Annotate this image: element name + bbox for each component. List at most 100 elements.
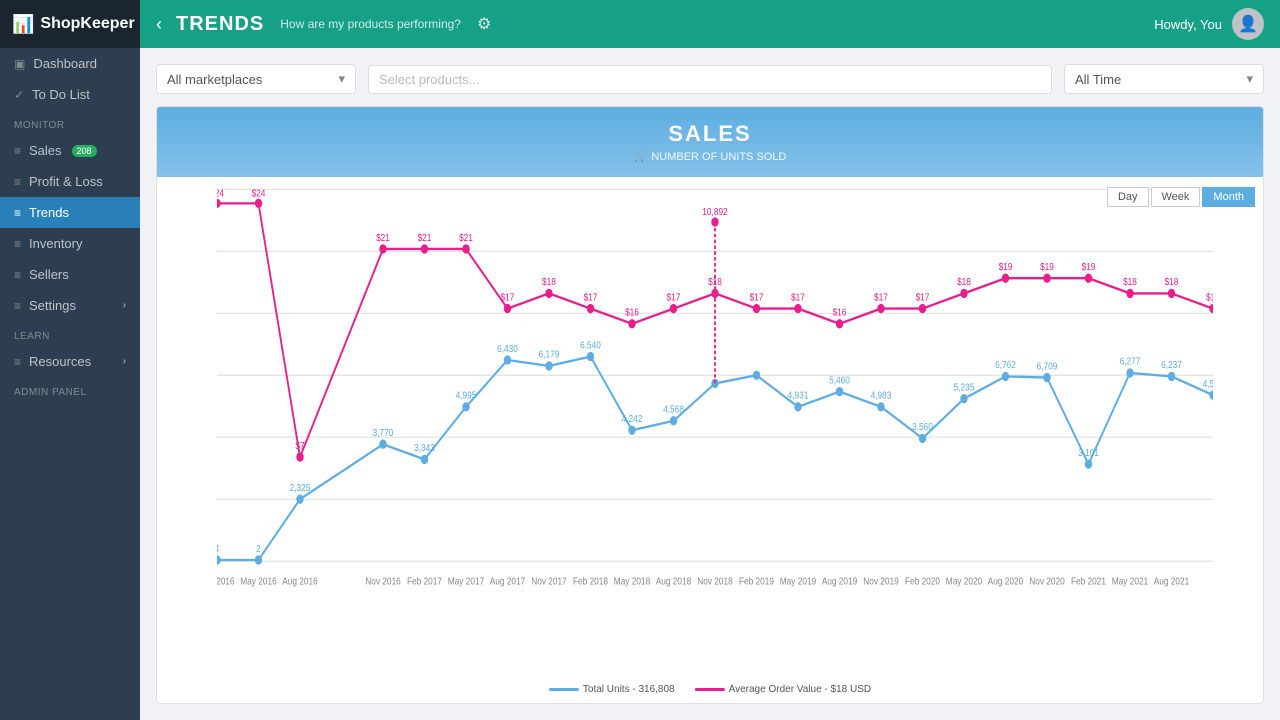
svg-text:$17: $17 bbox=[750, 292, 764, 304]
resources-arrow: › bbox=[123, 356, 126, 367]
sidebar-item-label: Resources bbox=[29, 354, 91, 369]
week-button[interactable]: Week bbox=[1151, 187, 1201, 207]
page-subtitle: How are my products performing? bbox=[280, 17, 461, 31]
sidebar-item-settings[interactable]: ≡ Settings › bbox=[0, 290, 140, 321]
svg-text:3,343: 3,343 bbox=[414, 442, 435, 454]
svg-text:May 2021: May 2021 bbox=[1112, 576, 1148, 588]
sidebar-item-inventory[interactable]: ≡ Inventory bbox=[0, 228, 140, 259]
svg-text:May 2019: May 2019 bbox=[780, 576, 816, 588]
svg-text:Aug 2020: Aug 2020 bbox=[988, 576, 1024, 588]
svg-text:May 2017: May 2017 bbox=[448, 576, 484, 588]
sidebar-item-trends[interactable]: ≡ Trends bbox=[0, 197, 140, 228]
blue-point bbox=[1085, 459, 1092, 468]
sellers-icon: ≡ bbox=[14, 268, 21, 282]
page-title: TRENDS bbox=[176, 13, 264, 36]
sidebar-item-profit[interactable]: ≡ Profit & Loss bbox=[0, 166, 140, 197]
svg-text:$17: $17 bbox=[916, 292, 930, 304]
svg-text:Feb 2020: Feb 2020 bbox=[905, 576, 940, 588]
sidebar-item-resources[interactable]: ≡ Resources › bbox=[0, 346, 140, 377]
blue-point bbox=[421, 455, 428, 464]
svg-text:2,325: 2,325 bbox=[290, 482, 311, 494]
blue-point bbox=[753, 371, 760, 380]
svg-text:4,568: 4,568 bbox=[663, 404, 684, 416]
learn-section-label: LEARN bbox=[0, 321, 140, 346]
topbar-right: Howdy, You 👤 bbox=[1154, 8, 1264, 40]
svg-text:$17: $17 bbox=[501, 292, 515, 304]
chart-subtitle: 🛒 NUMBER OF UNITS SOLD bbox=[177, 150, 1243, 163]
svg-text:Aug 2018: Aug 2018 bbox=[656, 576, 692, 588]
back-button[interactable]: ‹ bbox=[156, 14, 162, 35]
pink-point bbox=[462, 244, 469, 253]
pink-point bbox=[877, 304, 884, 313]
pink-point bbox=[1126, 289, 1133, 298]
svg-text:$19: $19 bbox=[1040, 261, 1054, 273]
chart-header: SALES 🛒 NUMBER OF UNITS SOLD bbox=[157, 107, 1263, 177]
pink-point bbox=[1209, 304, 1213, 313]
cart-icon: 🛒 bbox=[634, 150, 648, 163]
blue-point bbox=[919, 434, 926, 443]
svg-text:$16: $16 bbox=[833, 307, 847, 319]
svg-text:4,983: 4,983 bbox=[871, 390, 892, 402]
svg-text:4,590: 4,590 bbox=[1203, 378, 1213, 390]
sidebar-item-label: Trends bbox=[29, 205, 69, 220]
svg-text:May 2018: May 2018 bbox=[614, 576, 650, 588]
svg-text:6,237: 6,237 bbox=[1161, 359, 1182, 371]
svg-text:4,242: 4,242 bbox=[622, 413, 643, 425]
svg-text:Feb 2021: Feb 2021 bbox=[1071, 576, 1106, 588]
svg-text:Feb 2016: Feb 2016 bbox=[217, 576, 235, 588]
blue-point bbox=[960, 394, 967, 403]
marketplace-select[interactable]: All marketplaces ▾ bbox=[156, 64, 356, 94]
day-button[interactable]: Day bbox=[1107, 187, 1149, 207]
sidebar-item-sellers[interactable]: ≡ Sellers bbox=[0, 259, 140, 290]
resources-icon: ≡ bbox=[14, 355, 21, 369]
chart-container: SALES 🛒 NUMBER OF UNITS SOLD Day Week Mo… bbox=[156, 106, 1264, 704]
pink-point bbox=[255, 199, 262, 208]
svg-text:$18: $18 bbox=[542, 276, 556, 288]
settings-icon: ≡ bbox=[14, 299, 21, 313]
svg-text:$18: $18 bbox=[1123, 276, 1137, 288]
svg-text:2: 2 bbox=[256, 543, 261, 555]
svg-text:10,892: 10,892 bbox=[702, 206, 727, 218]
svg-text:4: 4 bbox=[217, 543, 219, 555]
svg-text:$18: $18 bbox=[957, 276, 971, 288]
pink-point bbox=[296, 452, 303, 461]
svg-text:$17: $17 bbox=[667, 292, 681, 304]
logo-icon: 📊 bbox=[12, 14, 34, 35]
svg-text:$16: $16 bbox=[625, 307, 639, 319]
pink-legend-line bbox=[695, 688, 725, 691]
products-select[interactable]: Select products... bbox=[368, 65, 1052, 94]
gear-icon[interactable]: ⚙ bbox=[477, 14, 491, 34]
blue-point bbox=[296, 495, 303, 504]
sidebar-item-dashboard[interactable]: ▣ Dashboard bbox=[0, 48, 140, 79]
admin-section-label: ADMIN PANEL bbox=[0, 377, 140, 402]
time-select[interactable]: All Time ▾ bbox=[1064, 64, 1264, 94]
svg-text:May 2020: May 2020 bbox=[946, 576, 982, 588]
content-area: All marketplaces ▾ Select products... Al… bbox=[140, 48, 1280, 720]
topbar: ‹ TRENDS How are my products performing?… bbox=[140, 0, 1280, 48]
svg-text:$21: $21 bbox=[459, 232, 473, 244]
month-button[interactable]: Month bbox=[1202, 187, 1255, 207]
svg-text:Feb 2019: Feb 2019 bbox=[739, 576, 774, 588]
svg-text:$17: $17 bbox=[584, 292, 598, 304]
svg-text:Nov 2017: Nov 2017 bbox=[531, 576, 567, 588]
sidebar-item-todo[interactable]: ✓ To Do List bbox=[0, 79, 140, 110]
pink-point bbox=[960, 289, 967, 298]
sidebar-item-sales[interactable]: ≡ Sales 208 bbox=[0, 135, 140, 166]
dashboard-icon: ▣ bbox=[14, 57, 25, 71]
pink-point bbox=[670, 304, 677, 313]
pink-point bbox=[794, 304, 801, 313]
pink-legend-item: Average Order Value - $18 USD bbox=[695, 684, 871, 695]
svg-text:Nov 2019: Nov 2019 bbox=[863, 576, 899, 588]
svg-text:6,277: 6,277 bbox=[1120, 356, 1141, 368]
sidebar-item-label: To Do List bbox=[32, 87, 90, 102]
pink-legend-label: Average Order Value - $18 USD bbox=[729, 684, 871, 695]
chart-svg: 0 2000 4000 6000 8000 10000 12000 $0 $5 … bbox=[217, 187, 1213, 643]
svg-text:Aug 2019: Aug 2019 bbox=[822, 576, 858, 588]
sidebar-item-label: Dashboard bbox=[33, 56, 97, 71]
pink-point bbox=[421, 244, 428, 253]
svg-text:$21: $21 bbox=[376, 232, 390, 244]
pink-point bbox=[504, 304, 511, 313]
trends-icon: ≡ bbox=[14, 206, 21, 220]
blue-legend-label: Total Units - 316,808 bbox=[583, 684, 675, 695]
profit-icon: ≡ bbox=[14, 175, 21, 189]
